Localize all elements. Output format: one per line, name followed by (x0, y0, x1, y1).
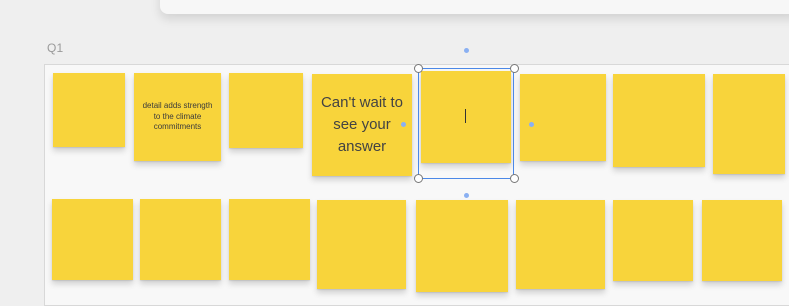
connector-dot-icon[interactable] (464, 193, 469, 198)
connector-dot-icon[interactable] (401, 122, 406, 127)
sticky-note-text: detail adds strength to the climate comm… (142, 100, 213, 132)
resize-handle-icon[interactable] (510, 174, 519, 183)
sticky-note[interactable] (613, 74, 705, 167)
resize-handle-icon[interactable] (414, 64, 423, 73)
sticky-note[interactable] (229, 73, 303, 148)
sticky-note[interactable] (140, 199, 221, 280)
sticky-note[interactable] (229, 199, 310, 280)
sticky-note[interactable] (317, 200, 406, 289)
sticky-note[interactable]: Can't wait to see your answer (312, 74, 412, 176)
sticky-note-text: Can't wait to see your answer (320, 94, 404, 155)
sticky-note[interactable] (416, 200, 508, 292)
resize-handle-icon[interactable] (414, 174, 423, 183)
connector-dot-icon[interactable] (529, 122, 534, 127)
text-cursor-icon (465, 109, 466, 123)
sticky-note[interactable]: detail adds strength to the climate comm… (134, 73, 221, 161)
connector-dot-icon[interactable] (464, 48, 469, 53)
sticky-note[interactable] (520, 74, 606, 161)
sticky-note[interactable] (52, 199, 133, 280)
sticky-note[interactable] (613, 200, 693, 281)
frame-label: Q1 (47, 41, 64, 55)
sticky-note[interactable] (53, 73, 125, 147)
sticky-note[interactable] (702, 200, 782, 281)
sticky-note[interactable] (713, 74, 785, 174)
sticky-note-selected[interactable] (421, 71, 511, 163)
top-panel (160, 0, 789, 14)
resize-handle-icon[interactable] (510, 64, 519, 73)
sticky-note[interactable] (516, 200, 605, 289)
